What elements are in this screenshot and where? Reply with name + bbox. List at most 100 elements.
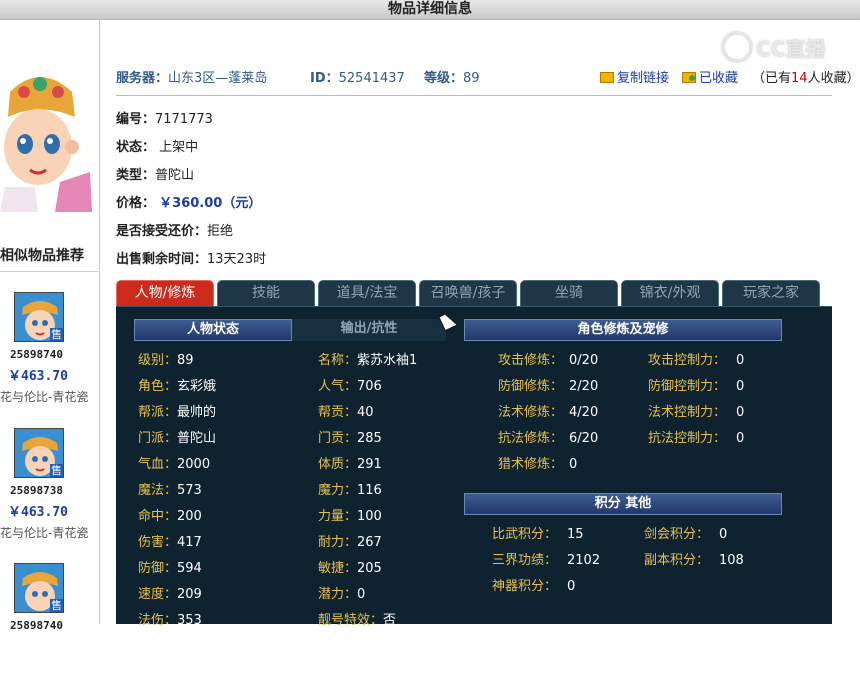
fav-suffix: 人收藏） [807,71,860,86]
stat-value: 玄彩娥 [177,379,217,394]
output-resist-header[interactable]: 输出/抗性 [292,319,446,341]
similar-item[interactable]: 售 25898738 ￥463.70 花与伦比-青花瓷 [0,428,98,563]
stat-value: 15 [567,527,584,542]
price-value: ￥360.00（元） [159,196,262,211]
stat-row: 靓号特效：否 [318,609,396,628]
stat-label: 靓号特效： [318,613,384,628]
item-type: 类型：普陀山 [116,164,194,183]
stat-value: 285 [357,431,382,446]
score-row: 剑会积分： 0 [644,523,727,542]
stat-value: 573 [177,483,202,498]
stat-value: 209 [177,587,202,602]
item-status: 状态： 上架中 [116,136,198,155]
similar-item-thumbnail[interactable]: 售 [14,563,64,613]
cultivation-header: 角色修炼及宠修 [464,319,782,341]
stat-row: 魔法：573 [138,479,202,498]
item-price: 价格： ￥360.00（元） [116,192,261,211]
stat-label: 防御： [138,561,178,576]
favorite-folder-icon [682,72,696,83]
item-info-row: 服务器：山东3区—蓬莱岛 ID：52541437 等级：89 复制链接 已收藏 … [116,60,860,96]
stat-row: 体质：291 [318,453,382,472]
stat-value: 2000 [177,457,211,472]
tab-outfits[interactable]: 锦衣/外观 [621,280,719,306]
cultivation-row: 防御修炼： 2/20 [498,375,598,394]
stat-value: 2102 [567,553,601,568]
stat-value: 205 [357,561,382,576]
server-value: 山东3区—蓬莱岛 [168,71,268,86]
favorited-button[interactable]: 已收藏 [682,67,738,86]
stat-value: 否 [383,613,397,628]
stat-row: 门贡：285 [318,427,382,446]
similar-item-price: ￥463.70 [8,369,68,384]
tab-character-cultivation[interactable]: 人物/修炼 [116,280,214,306]
tab-summons-children[interactable]: 召唤兽/孩子 [419,280,517,306]
stat-value: 100 [357,509,382,524]
tab-player-home[interactable]: 玩家之家 [722,280,820,306]
stat-value: 0/20 [569,353,599,368]
id-info: ID：52541437 [310,67,405,86]
similar-item[interactable]: 售 25898740 [0,563,98,698]
copy-link-button[interactable]: 复制链接 [600,67,669,86]
type-label: 类型： [116,168,156,183]
stat-value: 0 [357,587,366,602]
number-value: 7171773 [155,112,213,127]
stat-label: 角色： [138,379,178,394]
stat-row: 伤害：417 [138,531,202,550]
stat-label: 级别： [138,353,178,368]
stat-value: 4/20 [569,405,599,420]
similar-item-server: 花与伦比-青花瓷 [0,390,89,404]
char-status-header[interactable]: 人物状态 [134,319,292,341]
stat-row: 门派：普陀山 [138,427,216,446]
score-row: 比武积分： 15 [492,523,584,542]
similar-item-thumbnail[interactable]: 售 [14,428,64,478]
stat-value: 2/20 [569,379,599,394]
stat-value: 116 [357,483,382,498]
stat-label: 体质： [318,457,358,472]
stat-row: 敏捷：205 [318,557,382,576]
similar-item-thumbnail[interactable]: 售 [14,292,64,342]
tab-skills[interactable]: 技能 [217,280,315,306]
stat-value: 紫苏水袖1 [357,353,418,368]
bargain-value: 拒绝 [207,224,234,239]
stat-label: 魔力： [318,483,358,498]
id-value: 52541437 [338,71,405,86]
stat-label: 敏捷： [318,561,358,576]
similar-item-id: 25898740 [10,348,63,361]
stat-label: 帮派： [138,405,178,420]
stat-row: 法伤：353 [138,609,202,628]
similar-item[interactable]: 售 25898740 ￥463.70 花与伦比-青花瓷 [0,292,98,427]
stat-label: 帮贡： [318,405,358,420]
detail-tabs: 人物/修炼 技能 道具/法宝 召唤兽/孩子 坐骑 锦衣/外观 玩家之家 [116,280,832,306]
stat-row: 速度：209 [138,583,202,602]
stat-value: 0 [736,379,745,394]
stat-label: 人气： [318,379,358,394]
similar-item-server: 花与伦比-青花瓷 [0,526,89,540]
stat-value: 0 [569,457,578,472]
stat-label: 剑会积分： [644,527,710,542]
status-value: 上架中 [159,140,199,155]
number-label: 编号： [116,112,156,127]
stat-label: 神器积分： [492,579,558,594]
item-remaining-time: 出售剩余时间：13天23时 [116,248,266,267]
sold-badge: 售 [50,599,63,612]
tab-mounts[interactable]: 坐骑 [520,280,618,306]
similar-item-id: 25898740 [10,619,63,632]
remaining-label: 出售剩余时间： [116,252,208,267]
similar-item-price: ￥463.70 [8,505,68,520]
stat-label: 猎术修炼： [498,457,564,472]
stat-label: 速度： [138,587,178,602]
stat-value: 40 [357,405,374,420]
price-label: 价格： [116,196,156,211]
stat-label: 气血： [138,457,178,472]
tab-items-treasures[interactable]: 道具/法宝 [318,280,416,306]
cultivation-row: 法术修炼： 4/20 [498,401,598,420]
stat-value: 291 [357,457,382,472]
stat-value: 6/20 [569,431,599,446]
stat-row: 人气：706 [318,375,382,394]
score-row: 副本积分： 108 [644,549,744,568]
stat-value: 267 [357,535,382,550]
level-label: 等级： [424,71,464,86]
stat-row: 命中：200 [138,505,202,524]
stat-row: 防御：594 [138,557,202,576]
stat-label: 法术修炼： [498,405,564,420]
